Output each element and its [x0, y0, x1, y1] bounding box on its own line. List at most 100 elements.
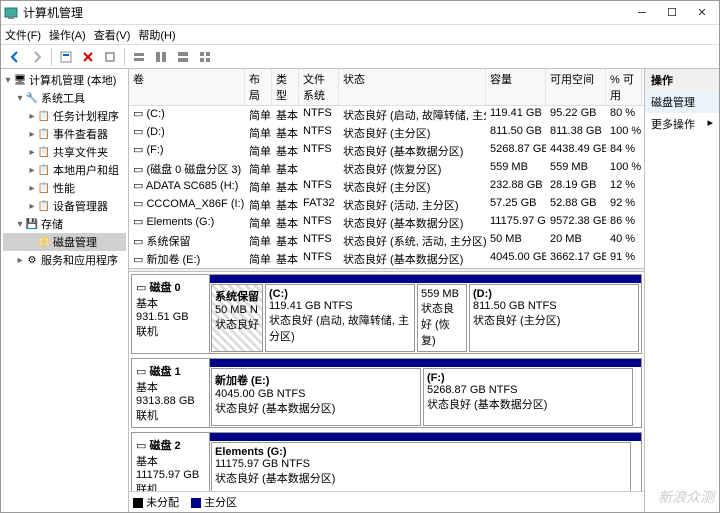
toolbar — [1, 45, 719, 69]
col-header[interactable]: 容量 — [486, 69, 546, 105]
refresh-button[interactable] — [100, 47, 120, 67]
actions-panel: 操作 磁盘管理 更多操作▸ — [644, 69, 719, 512]
volume-icon: ▭ — [133, 180, 143, 192]
volume-row[interactable]: ▭ ADATA SC685 (H:)简单基本NTFS状态良好 (主分区)232.… — [129, 178, 644, 196]
volume-icon: ▭ — [133, 164, 143, 176]
col-header[interactable]: 状态 — [339, 69, 486, 105]
volume-list: 卷布局类型文件系统状态容量可用空间% 可用 ▭ (C:)简单基本NTFS状态良好… — [129, 69, 644, 268]
window-buttons: ─ ☐ ✕ — [627, 3, 717, 23]
services-icon: ⚙ — [25, 253, 39, 267]
tree-item[interactable]: ▸📋设备管理器 — [3, 197, 126, 215]
volume-header: 卷布局类型文件系统状态容量可用空间% 可用 — [129, 69, 644, 106]
disk-info[interactable]: ▭ 磁盘 1基本9313.88 GB联机 — [132, 359, 210, 427]
center-panel: 卷布局类型文件系统状态容量可用空间% 可用 ▭ (C:)简单基本NTFS状态良好… — [129, 69, 644, 512]
app-icon — [3, 5, 19, 21]
volume-icon: ▭ — [133, 198, 143, 210]
volume-icon: ▭ — [133, 216, 143, 228]
partition[interactable]: (D:)811.50 GB NTFS状态良好 (主分区) — [469, 284, 639, 352]
volume-row[interactable]: ▭ CCCOMA_X86F (I:)简单基本FAT32状态良好 (活动, 主分区… — [129, 196, 644, 214]
main: ▾🖥计算机管理 (本地) ▾🔧系统工具 ▸📋任务计划程序▸📋事件查看器▸📋共享文… — [1, 69, 719, 512]
maximize-button[interactable]: ☐ — [657, 3, 687, 23]
forward-button[interactable] — [27, 47, 47, 67]
titlebar: 计算机管理 ─ ☐ ✕ — [1, 1, 719, 25]
partition[interactable]: (F:)5268.87 GB NTFS状态良好 (基本数据分区) — [423, 368, 633, 426]
volume-row[interactable]: ▭ (F:)简单基本NTFS状态良好 (基本数据分区)5268.87 GB443… — [129, 142, 644, 160]
item-icon: 📋 — [37, 109, 51, 123]
tree-item[interactable]: ▸📋共享文件夹 — [3, 143, 126, 161]
item-icon: 📋 — [37, 199, 51, 213]
tree-item[interactable]: ▸📋事件查看器 — [3, 125, 126, 143]
disk-icon: ▭ 磁盘 0 — [136, 279, 205, 295]
legend-unalloc-swatch — [133, 498, 143, 508]
volume-icon: ▭ — [133, 126, 143, 138]
watermark: 新浪众测 — [658, 487, 714, 507]
item-icon: 📋 — [37, 127, 51, 141]
volume-row[interactable]: ▭ 新加卷 (E:)简单基本NTFS状态良好 (基本数据分区)4045.00 G… — [129, 250, 644, 268]
close-button[interactable]: ✕ — [687, 3, 717, 23]
item-icon: 📋 — [37, 181, 51, 195]
disk-row: ▭ 磁盘 2基本11175.97 GB联机Elements (G:)11175.… — [131, 432, 642, 491]
col-header[interactable]: 可用空间 — [546, 69, 606, 105]
volume-icon: ▭ — [133, 108, 143, 120]
volume-body: ▭ (C:)简单基本NTFS状态良好 (启动, 故障转储, 主分区)119.41… — [129, 106, 644, 268]
disk-info[interactable]: ▭ 磁盘 0基本931.51 GB联机 — [132, 275, 210, 353]
volume-row[interactable]: ▭ (磁盘 0 磁盘分区 3)简单基本状态良好 (恢复分区)559 MB559 … — [129, 160, 644, 178]
delete-button[interactable] — [78, 47, 98, 67]
tree-disk-management[interactable]: 📀磁盘管理 — [3, 233, 126, 251]
folder-icon: 🔧 — [25, 91, 39, 105]
view2-button[interactable] — [151, 47, 171, 67]
tree-panel: ▾🖥计算机管理 (本地) ▾🔧系统工具 ▸📋任务计划程序▸📋事件查看器▸📋共享文… — [1, 69, 129, 512]
col-header[interactable]: 布局 — [245, 69, 272, 105]
volume-row[interactable]: ▭ Elements (G:)简单基本NTFS状态良好 (基本数据分区)1117… — [129, 214, 644, 232]
tree-item[interactable]: ▸📋任务计划程序 — [3, 107, 126, 125]
minimize-button[interactable]: ─ — [627, 3, 657, 23]
menu-view[interactable]: 查看(V) — [94, 27, 131, 43]
partition[interactable]: 系统保留50 MB N状态良好 — [211, 284, 263, 352]
properties-button[interactable] — [56, 47, 76, 67]
tree-system-tools[interactable]: ▾🔧系统工具 — [3, 89, 126, 107]
tree-item[interactable]: ▸📋本地用户和组 — [3, 161, 126, 179]
disk-info[interactable]: ▭ 磁盘 2基本11175.97 GB联机 — [132, 433, 210, 491]
actions-header: 操作 — [645, 69, 719, 91]
menu-help[interactable]: 帮助(H) — [138, 27, 175, 43]
actions-diskmgmt[interactable]: 磁盘管理 — [645, 91, 719, 113]
partition[interactable]: Elements (G:)11175.97 GB NTFS状态良好 (基本数据分… — [211, 442, 631, 491]
computer-icon: 🖥 — [13, 73, 27, 87]
item-icon: 📋 — [37, 145, 51, 159]
partition[interactable]: 新加卷 (E:)4045.00 GB NTFS状态良好 (基本数据分区) — [211, 368, 421, 426]
partition[interactable]: (C:)119.41 GB NTFS状态良好 (启动, 故障转储, 主分区) — [265, 284, 415, 352]
actions-more[interactable]: 更多操作▸ — [645, 113, 719, 135]
chevron-right-icon: ▸ — [707, 116, 713, 132]
tree-root[interactable]: ▾🖥计算机管理 (本地) — [3, 71, 126, 89]
legend-primary-swatch — [191, 498, 201, 508]
disk-row: ▭ 磁盘 0基本931.51 GB联机系统保留50 MB N状态良好(C:)11… — [131, 274, 642, 354]
col-header[interactable]: 卷 — [129, 69, 245, 105]
tree-item[interactable]: ▸📋性能 — [3, 179, 126, 197]
col-header[interactable]: % 可用 — [606, 69, 642, 105]
volume-icon: ▭ — [133, 236, 143, 248]
disk-graphical: ▭ 磁盘 0基本931.51 GB联机系统保留50 MB N状态良好(C:)11… — [129, 272, 644, 491]
window-title: 计算机管理 — [23, 4, 627, 21]
back-button[interactable] — [5, 47, 25, 67]
volume-row[interactable]: ▭ 系统保留简单基本NTFS状态良好 (系统, 活动, 主分区)50 MB20 … — [129, 232, 644, 250]
window: 计算机管理 ─ ☐ ✕ 文件(F) 操作(A) 查看(V) 帮助(H) ▾🖥计算… — [0, 0, 720, 513]
partition[interactable]: 559 MB状态良好 (恢复) — [417, 284, 467, 352]
view1-button[interactable] — [129, 47, 149, 67]
disk-row: ▭ 磁盘 1基本9313.88 GB联机新加卷 (E:)4045.00 GB N… — [131, 358, 642, 428]
tree-services[interactable]: ▸⚙服务和应用程序 — [3, 251, 126, 269]
menubar: 文件(F) 操作(A) 查看(V) 帮助(H) — [1, 25, 719, 45]
view3-button[interactable] — [173, 47, 193, 67]
volume-row[interactable]: ▭ (C:)简单基本NTFS状态良好 (启动, 故障转储, 主分区)119.41… — [129, 106, 644, 124]
volume-row[interactable]: ▭ (D:)简单基本NTFS状态良好 (主分区)811.50 GB811.38 … — [129, 124, 644, 142]
col-header[interactable]: 类型 — [272, 69, 299, 105]
volume-icon: ▭ — [133, 254, 143, 266]
legend: 未分配 主分区 — [129, 491, 644, 512]
storage-icon: 💾 — [25, 217, 39, 231]
disk-icon: ▭ 磁盘 2 — [136, 437, 205, 453]
view4-button[interactable] — [195, 47, 215, 67]
disk-icon: ▭ 磁盘 1 — [136, 363, 205, 379]
menu-action[interactable]: 操作(A) — [49, 27, 86, 43]
menu-file[interactable]: 文件(F) — [5, 27, 41, 43]
col-header[interactable]: 文件系统 — [299, 69, 339, 105]
tree-storage[interactable]: ▾💾存储 — [3, 215, 126, 233]
